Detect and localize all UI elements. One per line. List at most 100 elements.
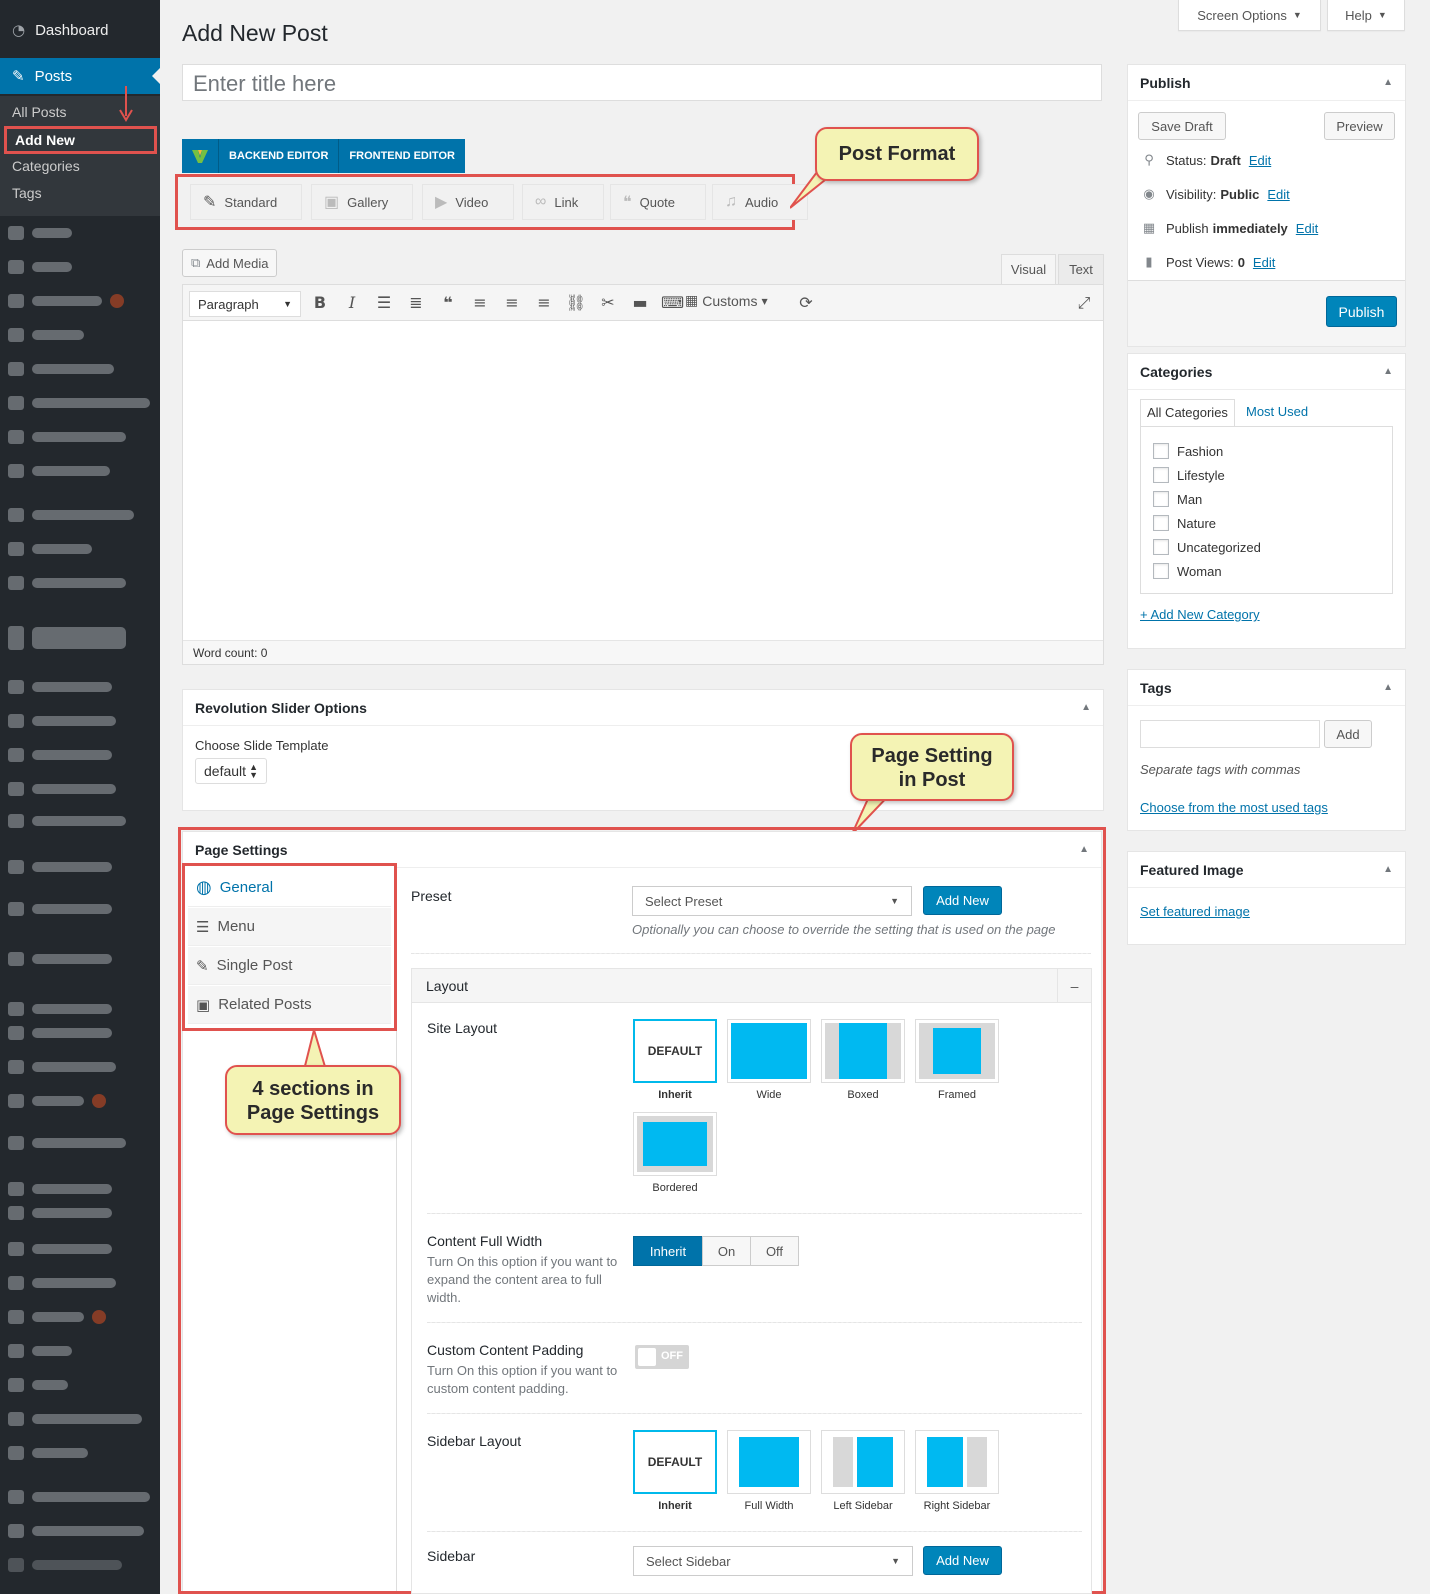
submenu-tags[interactable]: Tags [12, 185, 42, 201]
blurred-menu-item[interactable] [8, 1524, 144, 1538]
blurred-menu-item[interactable] [8, 1002, 112, 1016]
post-title-input[interactable]: Enter title here [182, 64, 1102, 101]
tab-text[interactable]: Text [1058, 254, 1104, 284]
tab-general[interactable]: ◍ General [188, 869, 391, 907]
checkbox[interactable] [1153, 515, 1169, 531]
refresh-icon[interactable]: ⟳ [795, 293, 817, 312]
save-draft-button[interactable]: Save Draft [1138, 112, 1226, 140]
blurred-menu-item[interactable] [8, 328, 84, 342]
align-left-icon[interactable]: ≡ [469, 293, 491, 312]
checkbox[interactable] [1153, 539, 1169, 555]
format-video[interactable]: ▶ Video [422, 184, 514, 220]
blurred-menu-item[interactable] [8, 1206, 112, 1220]
help-button[interactable]: Help ▼ [1327, 0, 1405, 31]
preset-add-new-button[interactable]: Add New [923, 886, 1002, 915]
category-item[interactable]: Nature [1153, 515, 1216, 531]
tab-most-used[interactable]: Most Used [1246, 404, 1308, 419]
category-item[interactable]: Lifestyle [1153, 467, 1225, 483]
blurred-menu-item[interactable] [8, 1446, 88, 1460]
visibility-edit-link[interactable]: Edit [1267, 187, 1289, 202]
blurred-menu-item[interactable] [8, 1558, 122, 1572]
screen-options-button[interactable]: Screen Options ▼ [1178, 0, 1321, 31]
blurred-menu-item[interactable] [8, 782, 116, 796]
blurred-menu-item[interactable] [8, 226, 72, 240]
numbered-list-icon[interactable]: ≣ [405, 293, 427, 312]
revslider-header[interactable]: Revolution Slider Options ▲ [183, 690, 1103, 726]
blurred-menu-item[interactable] [8, 1136, 126, 1150]
tab-related-posts[interactable]: ▣ Related Posts [188, 986, 391, 1024]
blurred-menu-item[interactable] [8, 362, 114, 376]
collapse-arrow-icon[interactable]: ▲ [1383, 366, 1393, 377]
align-center-icon[interactable]: ≡ [501, 293, 523, 312]
bullet-list-icon[interactable]: ☰ [373, 293, 395, 312]
blurred-menu-item[interactable] [8, 1182, 112, 1196]
add-media-button[interactable]: ⧉ Add Media [182, 249, 278, 277]
blurred-menu-item[interactable] [8, 1310, 106, 1324]
custom-padding-toggle[interactable]: OFF [635, 1345, 689, 1369]
blurred-menu-item[interactable] [8, 430, 126, 444]
site-layout-inherit[interactable]: DEFAULT [633, 1019, 717, 1083]
backend-editor-button[interactable]: BACKEND EDITOR [218, 139, 338, 173]
blurred-menu-item[interactable] [8, 680, 112, 694]
publish-header[interactable]: Publish ▲ [1128, 65, 1405, 101]
categories-header[interactable]: Categories ▲ [1128, 354, 1405, 390]
italic-icon[interactable]: I [341, 293, 363, 312]
category-item[interactable]: Woman [1153, 563, 1222, 579]
format-standard[interactable]: ✎ Standard [190, 184, 302, 220]
frontend-editor-button[interactable]: FRONTEND EDITOR [338, 139, 465, 173]
sidebar-layout-left[interactable] [821, 1430, 905, 1494]
cfw-on-button[interactable]: On [702, 1236, 751, 1266]
sidebar-layout-inherit[interactable]: DEFAULT [633, 1430, 717, 1494]
blockquote-icon[interactable]: ❝ [437, 293, 459, 312]
blurred-menu-item[interactable] [8, 902, 112, 916]
blurred-menu-item[interactable] [8, 714, 116, 728]
blurred-menu-item[interactable] [8, 542, 92, 556]
tags-header[interactable]: Tags ▲ [1128, 670, 1405, 706]
set-featured-image-link[interactable]: Set featured image [1140, 904, 1250, 919]
blurred-menu-item[interactable] [8, 508, 134, 522]
site-layout-wide[interactable] [727, 1019, 811, 1083]
submenu-categories[interactable]: Categories [12, 158, 80, 174]
add-tag-button[interactable]: Add [1324, 720, 1372, 748]
link-icon[interactable]: ⛓ [565, 293, 587, 312]
submenu-add-new[interactable]: Add New [4, 126, 157, 154]
tab-menu[interactable]: ☰ Menu [188, 908, 391, 946]
blurred-menu-item[interactable] [8, 748, 112, 762]
format-select[interactable]: Paragraph ▼ [189, 291, 301, 317]
status-edit-link[interactable]: Edit [1249, 153, 1271, 168]
category-item[interactable]: Man [1153, 491, 1202, 507]
bold-icon[interactable]: B [309, 293, 331, 312]
blurred-menu-item[interactable] [8, 576, 126, 590]
checkbox[interactable] [1153, 563, 1169, 579]
blurred-menu-item[interactable] [8, 1026, 112, 1040]
format-quote[interactable]: ❝ Quote [610, 184, 706, 220]
align-right-icon[interactable]: ≡ [533, 293, 555, 312]
submenu-all-posts[interactable]: All Posts [12, 104, 66, 120]
collapse-arrow-icon[interactable]: ▲ [1383, 864, 1393, 875]
collapse-arrow-icon[interactable]: ▲ [1383, 77, 1393, 88]
blurred-menu-item[interactable] [8, 1242, 112, 1256]
unlink-icon[interactable]: ✂ [597, 293, 619, 312]
choose-tags-link[interactable]: Choose from the most used tags [1140, 800, 1328, 815]
cfw-inherit-button[interactable]: Inherit [633, 1236, 703, 1266]
tag-input[interactable] [1140, 720, 1320, 748]
blurred-menu-item[interactable] [8, 1094, 106, 1108]
blurred-menu-item[interactable] [8, 1412, 142, 1426]
blurred-menu-item[interactable] [8, 1378, 68, 1392]
post-views-edit-link[interactable]: Edit [1253, 255, 1275, 270]
fullscreen-icon[interactable]: ⤢ [1073, 293, 1095, 313]
cfw-off-button[interactable]: Off [750, 1236, 799, 1266]
blurred-menu-item[interactable] [8, 260, 72, 274]
format-gallery[interactable]: ▣ Gallery [311, 184, 413, 220]
tab-all-categories[interactable]: All Categories [1140, 399, 1235, 426]
blurred-menu-item[interactable] [8, 860, 112, 874]
blurred-menu-item[interactable] [8, 396, 150, 410]
checkbox[interactable] [1153, 467, 1169, 483]
blurred-menu-item[interactable] [8, 1344, 72, 1358]
collapse-arrow-icon[interactable]: ▲ [1383, 682, 1393, 693]
blurred-menu-item[interactable] [8, 1490, 150, 1504]
keyboard-icon[interactable]: ⌨ [661, 293, 684, 312]
blurred-menu-item[interactable] [8, 1060, 116, 1074]
tab-single-post[interactable]: ✎ Single Post [188, 947, 391, 985]
format-link[interactable]: ∞ Link [522, 184, 604, 220]
